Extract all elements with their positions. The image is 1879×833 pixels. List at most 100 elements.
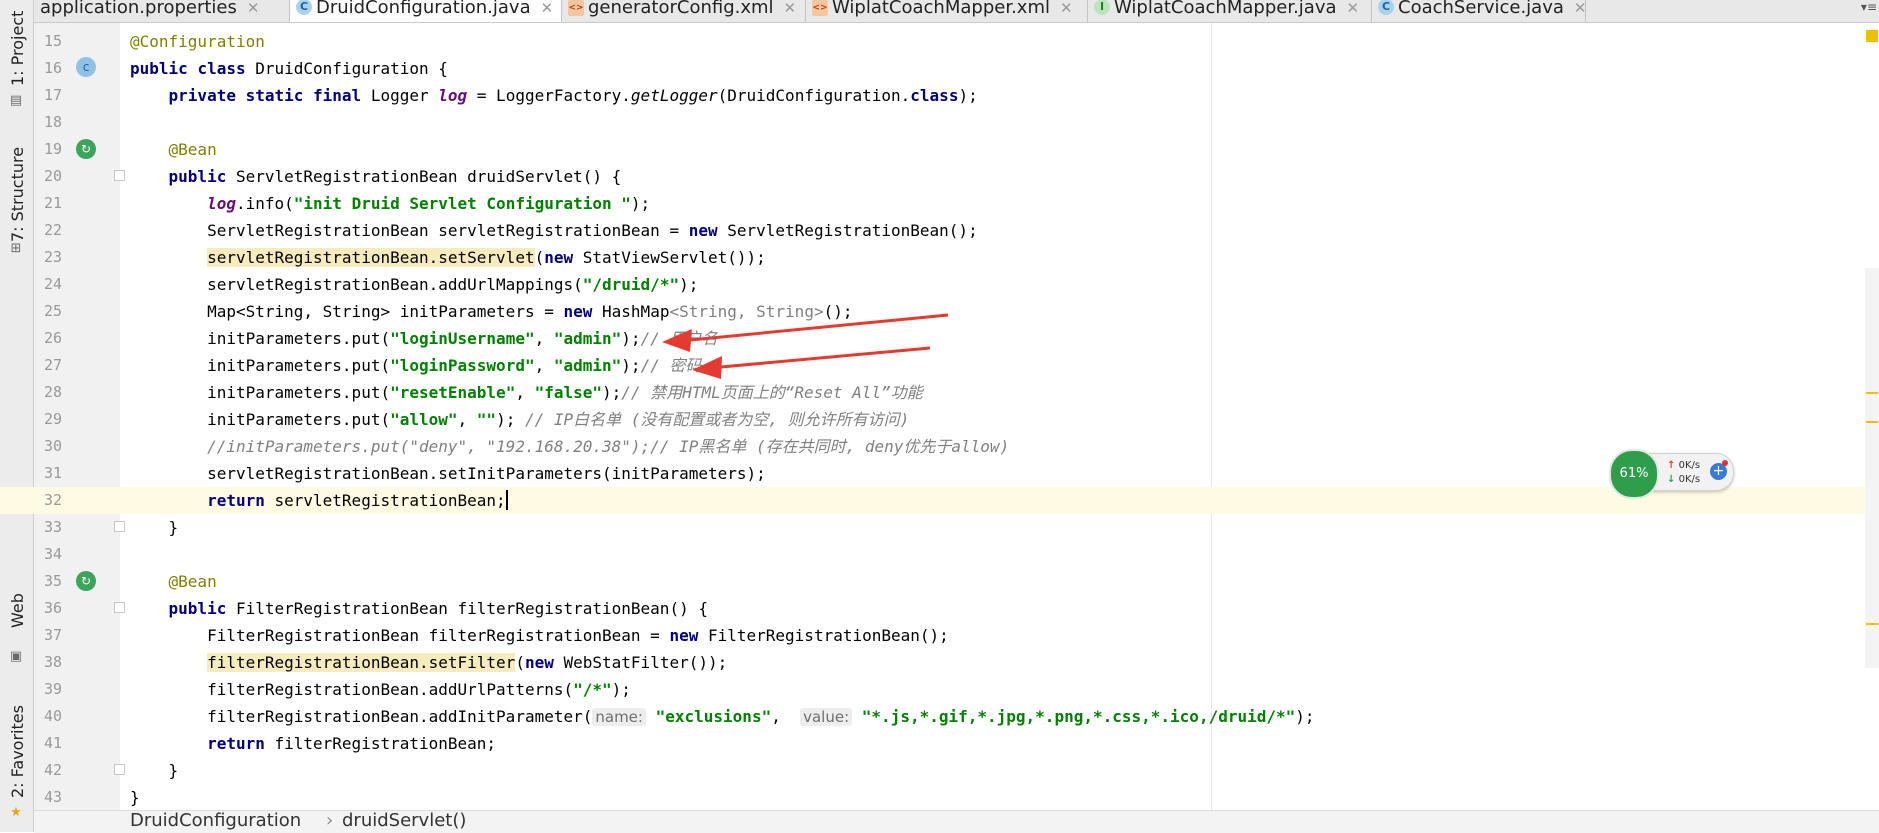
line-number: 39 xyxy=(43,680,62,698)
code-text: } xyxy=(130,788,140,807)
notification-dot xyxy=(1722,460,1728,466)
network-speed-widget[interactable]: 61% ↑ 0K/s ↓ 0K/s + xyxy=(1609,449,1734,499)
close-icon[interactable]: ✕ xyxy=(1574,0,1587,17)
text-caret xyxy=(505,490,508,510)
spring-bean-icon[interactable]: ↻ xyxy=(76,571,96,591)
code-text: } xyxy=(168,761,179,780)
close-icon[interactable]: ✕ xyxy=(247,0,260,17)
close-icon[interactable]: ✕ xyxy=(1347,0,1360,17)
close-icon[interactable]: ✕ xyxy=(784,0,797,17)
spring-bean-icon[interactable]: ↻ xyxy=(76,139,96,159)
line-number: 43 xyxy=(43,788,62,806)
parameter-hint: name: xyxy=(592,708,646,726)
code-text: public FilterRegistrationBean filterRegi… xyxy=(168,599,708,618)
line-number: 22 xyxy=(43,221,62,239)
tab-druid-configuration[interactable]: C DruidConfiguration.java ✕ xyxy=(290,0,562,22)
code-text: filterRegistrationBean.addInitParameter(… xyxy=(207,707,1315,726)
code-line: 41 return filterRegistrationBean; xyxy=(0,730,1879,757)
fold-marker-icon[interactable] xyxy=(114,764,125,775)
code-text: @Bean xyxy=(168,572,217,591)
code-text: initParameters.put("loginUsername", "adm… xyxy=(207,329,718,348)
code-line: 38 filterRegistrationBean.setFilter(new … xyxy=(0,649,1879,676)
line-number: 40 xyxy=(43,707,62,725)
parameter-hint: value: xyxy=(800,708,853,726)
line-number: 21 xyxy=(43,194,62,212)
code-text: //initParameters.put("deny", "192.168.20… xyxy=(207,437,1010,456)
line-number: 28 xyxy=(43,383,62,401)
breadcrumb-separator: › xyxy=(326,810,334,831)
tab-list-dropdown-icon[interactable]: ▾≡ xyxy=(1861,0,1877,14)
code-line: 27 initParameters.put("loginPassword", "… xyxy=(0,352,1879,379)
tab-label: WiplatCoachMapper.xml xyxy=(832,0,1050,18)
code-line: 20 public ServletRegistrationBean druidS… xyxy=(0,163,1879,190)
line-number: 25 xyxy=(43,302,62,320)
spring-configuration-icon[interactable]: c xyxy=(76,57,96,77)
code-line: 36 public FilterRegistrationBean filterR… xyxy=(0,595,1879,622)
code-text: Map<String, String> initParameters = new… xyxy=(207,302,853,321)
current-code-line: 32 return servletRegistrationBean; xyxy=(0,487,1879,514)
line-number: 26 xyxy=(43,329,62,347)
code-text: servletRegistrationBean.setInitParameter… xyxy=(207,464,766,483)
code-line: 34 xyxy=(0,541,1879,568)
tab-generator-config[interactable]: <> generatorConfig.xml ✕ xyxy=(562,0,806,22)
line-number: 41 xyxy=(43,734,62,752)
code-text: servletRegistrationBean.setServlet(new S… xyxy=(207,248,766,267)
code-line: 24 servletRegistrationBean.addUrlMapping… xyxy=(0,271,1879,298)
line-number: 42 xyxy=(43,761,62,779)
tab-application-properties[interactable]: application.properties ✕ xyxy=(34,0,290,22)
code-line: 40 filterRegistrationBean.addInitParamet… xyxy=(0,703,1879,730)
analysis-status-icon[interactable] xyxy=(1866,30,1878,42)
fold-marker-icon[interactable] xyxy=(114,170,125,181)
tab-label: generatorConfig.xml xyxy=(588,0,774,18)
code-line: 39 filterRegistrationBean.addUrlPatterns… xyxy=(0,676,1879,703)
tab-label: application.properties xyxy=(40,0,237,18)
line-number: 35 xyxy=(43,572,62,590)
fold-marker-icon[interactable] xyxy=(114,521,125,532)
xml-file-icon: <> xyxy=(812,0,828,16)
code-line: 26 initParameters.put("loginUsername", "… xyxy=(0,325,1879,352)
code-line: 35 @Bean xyxy=(0,568,1879,595)
fold-marker-icon[interactable] xyxy=(114,602,125,613)
code-line: 37 FilterRegistrationBean filterRegistra… xyxy=(0,622,1879,649)
tab-wiplat-coach-mapper-xml[interactable]: <> WiplatCoachMapper.xml ✕ xyxy=(806,0,1088,22)
code-line: 19 @Bean xyxy=(0,136,1879,163)
code-text: initParameters.put("loginPassword", "adm… xyxy=(207,356,702,375)
tab-label: WiplatCoachMapper.java xyxy=(1114,0,1337,18)
vertical-scrollbar[interactable] xyxy=(1865,268,1879,668)
breadcrumb-method[interactable]: druidServlet() xyxy=(342,810,466,831)
line-number: 18 xyxy=(43,113,62,131)
code-text: return servletRegistrationBean; xyxy=(207,490,508,510)
tab-coach-service[interactable]: C CoachService.java ✕ xyxy=(1372,0,1586,22)
code-line: 22 ServletRegistrationBean servletRegist… xyxy=(0,217,1879,244)
close-icon[interactable]: ✕ xyxy=(541,0,554,17)
close-icon[interactable]: ✕ xyxy=(1060,0,1073,17)
code-text: filterRegistrationBean.addUrlPatterns("/… xyxy=(207,680,631,699)
tab-label: CoachService.java xyxy=(1398,0,1564,18)
code-text: public ServletRegistrationBean druidServ… xyxy=(168,167,622,186)
code-text: public class DruidConfiguration { xyxy=(130,59,448,78)
line-number: 16 xyxy=(43,59,62,77)
class-icon: C xyxy=(296,0,312,15)
tab-wiplat-coach-mapper-java[interactable]: I WiplatCoachMapper.java ✕ xyxy=(1088,0,1372,22)
warning-stripe-marker[interactable] xyxy=(1866,421,1878,423)
code-text: @Bean xyxy=(168,140,217,159)
line-number: 24 xyxy=(43,275,62,293)
memory-usage-badge: 61% xyxy=(1609,449,1659,499)
editor-tab-bar: application.properties ✕ C DruidConfigurat… xyxy=(34,0,1879,23)
line-number: 23 xyxy=(43,248,62,266)
code-text: FilterRegistrationBean filterRegistratio… xyxy=(207,626,949,645)
line-number: 17 xyxy=(43,86,62,104)
warning-stripe-marker[interactable] xyxy=(1866,392,1878,394)
line-number: 32 xyxy=(43,491,62,509)
class-icon: C xyxy=(1378,0,1394,15)
line-number: 20 xyxy=(43,167,62,185)
upload-speed: ↑ 0K/s xyxy=(1667,460,1701,471)
xml-file-icon: <> xyxy=(568,0,584,16)
code-text: initParameters.put("allow", ""); // IP白名… xyxy=(207,410,910,429)
line-number: 19 xyxy=(43,140,62,158)
line-number: 27 xyxy=(43,356,62,374)
warning-stripe-marker[interactable] xyxy=(1866,623,1878,625)
interface-icon: I xyxy=(1094,0,1110,15)
breadcrumb-class[interactable]: DruidConfiguration xyxy=(130,810,301,831)
code-line: 33 } xyxy=(0,514,1879,541)
